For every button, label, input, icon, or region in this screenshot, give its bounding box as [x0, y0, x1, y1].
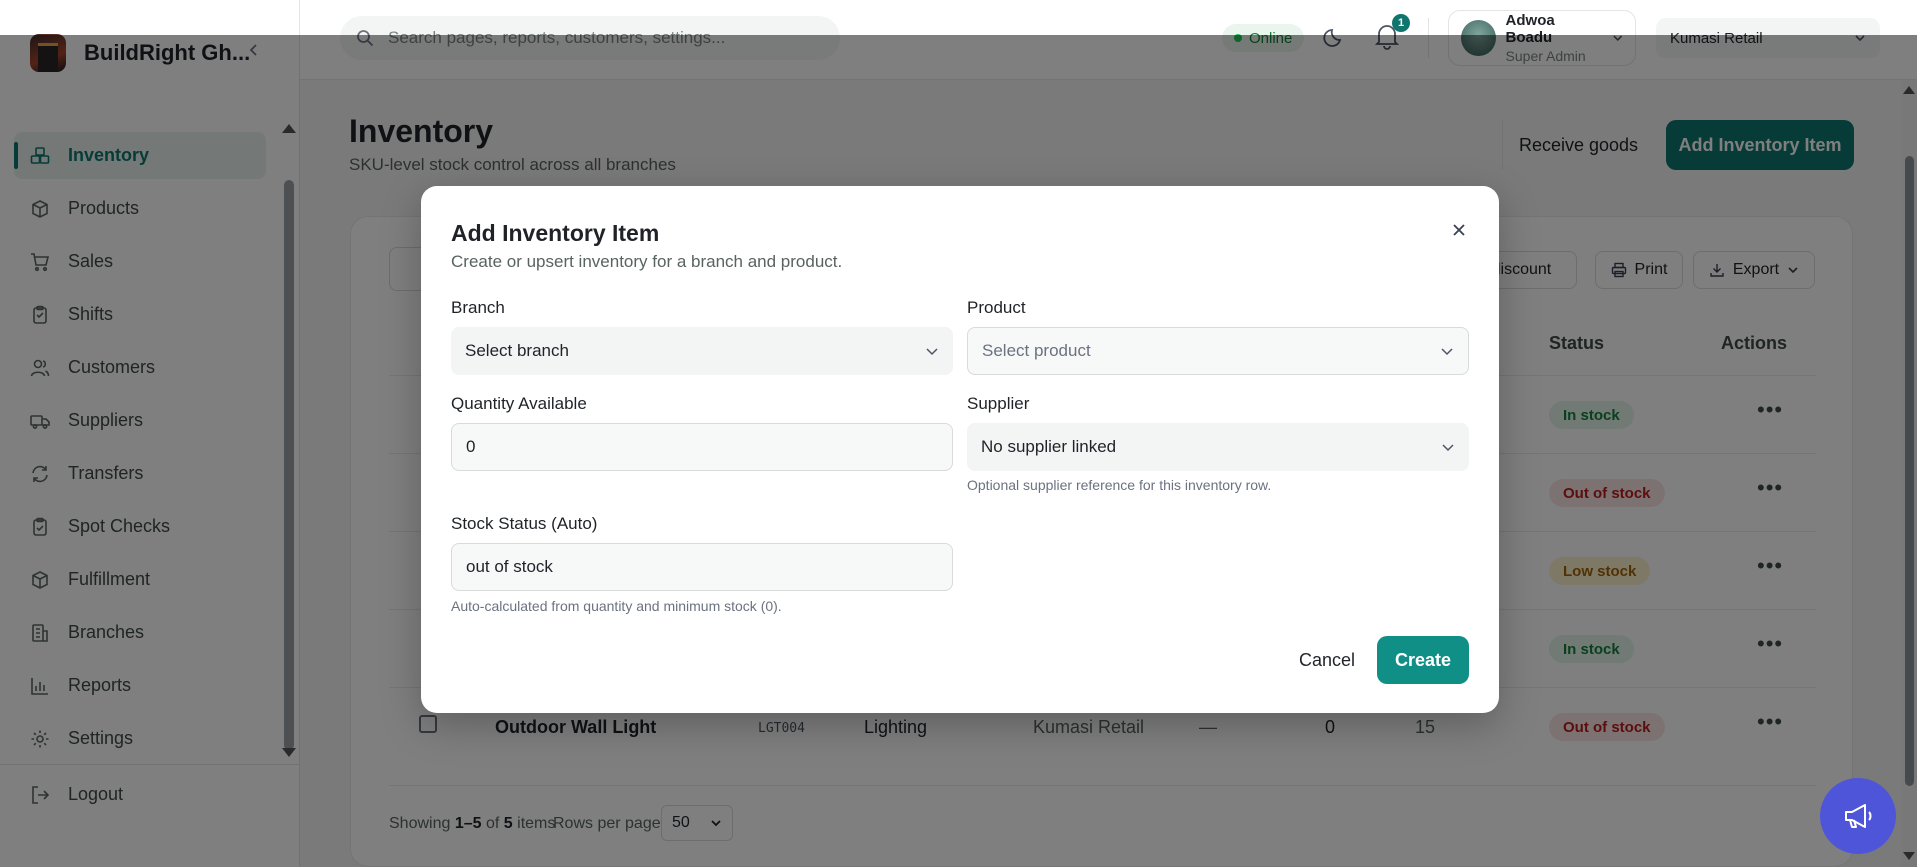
- product-select[interactable]: Select product: [967, 327, 1469, 375]
- supplier-hint: Optional supplier reference for this inv…: [967, 477, 1272, 493]
- chevron-down-icon: [926, 348, 938, 356]
- quantity-field[interactable]: [451, 423, 953, 471]
- supplier-label: Supplier: [967, 394, 1030, 413]
- chevron-down-icon: [1441, 348, 1453, 356]
- chevron-down-icon: [1442, 444, 1454, 452]
- cancel-button[interactable]: Cancel: [1277, 636, 1377, 684]
- branch-label: Branch: [451, 298, 505, 317]
- stock-status-field: out of stock: [451, 543, 953, 591]
- stock-status-value: out of stock: [466, 557, 553, 576]
- close-icon: [1453, 224, 1465, 236]
- supplier-select-value: No supplier linked: [981, 437, 1117, 456]
- branch-select-value: Select branch: [465, 341, 569, 360]
- megaphone-icon: [1845, 804, 1872, 828]
- stock-status-hint: Auto-calculated from quantity and minimu…: [451, 598, 782, 614]
- create-button[interactable]: Create: [1377, 636, 1469, 684]
- stock-status-label: Stock Status (Auto): [451, 514, 598, 533]
- product-select-placeholder: Select product: [982, 341, 1091, 360]
- add-inventory-dialog: Add Inventory Item Create or upsert inve…: [421, 186, 1499, 713]
- quantity-input[interactable]: [466, 437, 938, 457]
- dialog-subtitle: Create or upsert inventory for a branch …: [451, 252, 843, 271]
- product-label: Product: [967, 298, 1026, 317]
- close-button[interactable]: [1447, 218, 1471, 242]
- dialog-title: Add Inventory Item: [451, 220, 660, 246]
- supplier-select[interactable]: No supplier linked: [967, 423, 1469, 471]
- branch-select[interactable]: Select branch: [451, 327, 953, 375]
- quantity-label: Quantity Available: [451, 394, 587, 413]
- announcements-button[interactable]: [1820, 778, 1896, 854]
- notification-count-badge: 1: [1392, 14, 1410, 32]
